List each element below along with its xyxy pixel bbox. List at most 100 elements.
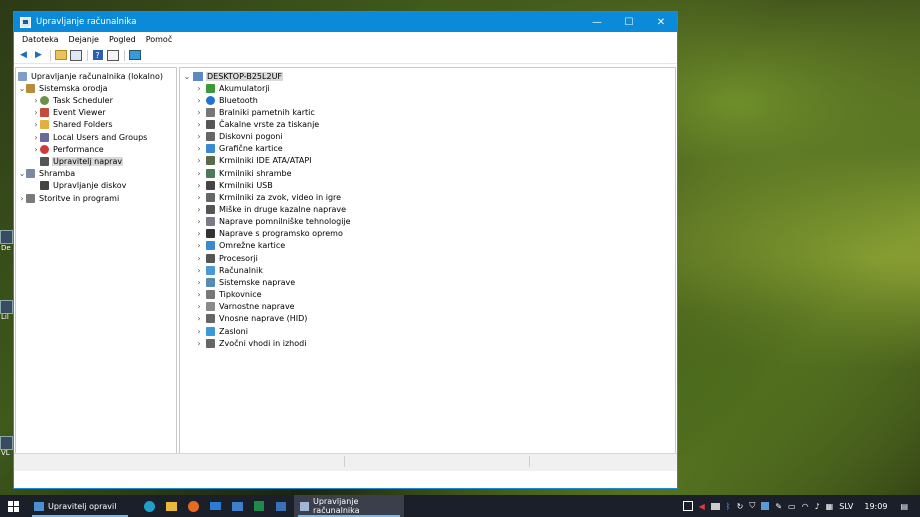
menu-pogled[interactable]: Pogled xyxy=(104,35,141,44)
expand-icon[interactable]: › xyxy=(32,96,40,105)
collapse-icon[interactable]: ⌄ xyxy=(18,169,26,178)
tree-item[interactable]: › Shared Folders xyxy=(32,119,114,131)
tree-item[interactable]: › Event Viewer xyxy=(32,107,107,119)
expand-icon[interactable]: › xyxy=(195,181,203,190)
expand-icon[interactable]: › xyxy=(195,132,203,141)
expand-icon[interactable]: › xyxy=(195,302,203,311)
mail-icon[interactable] xyxy=(204,495,226,517)
expand-icon[interactable]: › xyxy=(195,120,203,129)
tray-app-icon-3[interactable] xyxy=(761,502,770,510)
expand-icon[interactable]: › xyxy=(195,96,203,105)
device-category[interactable]: › Tipkovnice xyxy=(195,289,263,301)
desktop-shortcut-icon[interactable] xyxy=(0,300,13,314)
device-root[interactable]: ⌄ DESKTOP-B25L2UF xyxy=(183,70,284,82)
expand-icon[interactable]: › xyxy=(195,290,203,299)
expand-icon[interactable]: › xyxy=(32,133,40,142)
device-category[interactable]: › Akumulatorji xyxy=(195,82,271,94)
expand-icon[interactable]: › xyxy=(195,278,203,287)
device-category[interactable]: › Računalnik xyxy=(195,264,264,276)
device-category[interactable]: › Krmilniki za zvok, video in igre xyxy=(195,191,342,203)
tree-item[interactable]: › Task Scheduler xyxy=(32,94,114,106)
help-icon[interactable]: ? xyxy=(91,49,104,61)
device-category[interactable]: › Zvočni vhodi in izhodi xyxy=(195,337,307,349)
desktop-shortcut-icon[interactable] xyxy=(0,436,13,450)
expand-icon[interactable]: › xyxy=(195,241,203,250)
expand-icon[interactable]: › xyxy=(195,144,203,153)
start-icon[interactable] xyxy=(2,495,24,517)
close-button[interactable]: ✕ xyxy=(645,12,677,32)
tray-red-arrow-icon[interactable]: ◀ xyxy=(699,502,705,511)
device-category[interactable]: › Grafične kartice xyxy=(195,143,284,155)
device-category[interactable]: › Krmilniki shrambe xyxy=(195,167,293,179)
device-category[interactable]: › Krmilniki IDE ATA/ATAPI xyxy=(195,155,313,167)
expand-icon[interactable]: › xyxy=(32,145,40,154)
maximize-button[interactable]: ☐ xyxy=(613,12,645,32)
bluetooth-tray-icon[interactable]: ᛒ xyxy=(726,502,731,511)
menu-pomoc[interactable]: Pomoč xyxy=(141,35,178,44)
up-folder-icon[interactable] xyxy=(54,49,67,61)
forward-arrow-icon[interactable]: ▶ xyxy=(32,49,45,61)
notifications-icon[interactable]: ▤ xyxy=(900,502,908,511)
device-category[interactable]: › Vnosne naprave (HID) xyxy=(195,313,308,325)
device-category[interactable]: › Bluetooth xyxy=(195,94,259,106)
tray-keyboard-icon[interactable]: ▦ xyxy=(826,502,834,511)
tree-item[interactable]: Upravljanje diskov xyxy=(32,180,127,192)
language-indicator[interactable]: SLV xyxy=(839,502,853,511)
photos-icon[interactable] xyxy=(226,495,248,517)
tree-item[interactable]: ⌄ Sistemska orodja xyxy=(18,82,109,94)
tree-item[interactable]: Upravitelj naprav xyxy=(32,155,124,167)
device-category[interactable]: › Miške in druge kazalne naprave xyxy=(195,204,347,216)
file-explorer-icon[interactable] xyxy=(160,495,182,517)
tray-app-icon[interactable] xyxy=(682,501,693,511)
back-arrow-icon[interactable]: ◀ xyxy=(17,49,30,61)
expand-icon[interactable]: › xyxy=(195,266,203,275)
device-category[interactable]: › Naprave pomnilniške tehnologije xyxy=(195,216,352,228)
tree-item[interactable]: › Performance xyxy=(32,143,105,155)
expand-icon[interactable]: › xyxy=(195,339,203,348)
excel-icon[interactable] xyxy=(248,495,270,517)
show-hide-tree-icon[interactable] xyxy=(69,49,82,61)
collapse-icon[interactable]: ⌄ xyxy=(18,84,26,93)
tree-item[interactable]: ⌄ Shramba xyxy=(18,168,76,180)
device-category[interactable]: › Bralniki pametnih kartic xyxy=(195,106,316,118)
expand-icon[interactable]: › xyxy=(195,193,203,202)
device-category[interactable]: › Krmilniki USB xyxy=(195,179,274,191)
title-bar[interactable]: Upravljanje računalnika — ☐ ✕ xyxy=(14,12,677,32)
expand-icon[interactable]: › xyxy=(195,314,203,323)
expand-icon[interactable]: › xyxy=(195,254,203,263)
expand-icon[interactable]: › xyxy=(195,84,203,93)
monitor-icon[interactable] xyxy=(128,49,141,61)
expand-icon[interactable]: › xyxy=(32,108,40,117)
network-icon[interactable]: ◠ xyxy=(802,502,809,511)
menu-dejanje[interactable]: Dejanje xyxy=(64,35,104,44)
desktop-shortcut-icon[interactable] xyxy=(0,230,13,244)
expand-icon[interactable]: › xyxy=(195,327,203,336)
expand-icon[interactable]: › xyxy=(32,120,40,129)
expand-icon[interactable]: › xyxy=(195,229,203,238)
volume-icon[interactable]: ♪ xyxy=(815,502,820,511)
device-category[interactable]: › Omrežne kartice xyxy=(195,240,286,252)
device-category[interactable]: › Sistemske naprave xyxy=(195,276,296,288)
collapse-icon[interactable]: ⌄ xyxy=(183,72,191,81)
device-category[interactable]: › Diskovni pogoni xyxy=(195,131,284,143)
tree-item[interactable]: › Storitve in programi xyxy=(18,192,120,204)
edge-icon[interactable] xyxy=(138,495,160,517)
battery-icon[interactable]: ▭ xyxy=(788,502,796,511)
expand-icon[interactable]: › xyxy=(195,108,203,117)
task-manager-taskbar-button[interactable]: Upravitelj opravil xyxy=(28,495,132,517)
clock[interactable]: 19:09 xyxy=(864,502,887,511)
device-category[interactable]: › Zasloni xyxy=(195,325,249,337)
device-category[interactable]: › Procesorji xyxy=(195,252,259,264)
tray-app-icon-2[interactable] xyxy=(710,502,720,510)
tray-pen-icon[interactable]: ✎ xyxy=(775,502,782,511)
expand-icon[interactable]: › xyxy=(195,205,203,214)
expand-icon[interactable]: › xyxy=(195,169,203,178)
expand-icon[interactable]: › xyxy=(18,194,26,203)
expand-icon[interactable]: › xyxy=(195,217,203,226)
expand-icon[interactable]: › xyxy=(195,156,203,165)
firefox-icon[interactable] xyxy=(182,495,204,517)
properties-icon[interactable] xyxy=(106,49,119,61)
tree-item[interactable]: Upravljanje računalnika (lokalno) xyxy=(18,70,164,82)
device-category[interactable]: › Čakalne vrste za tiskanje xyxy=(195,118,320,130)
cmd-icon[interactable] xyxy=(270,495,292,517)
